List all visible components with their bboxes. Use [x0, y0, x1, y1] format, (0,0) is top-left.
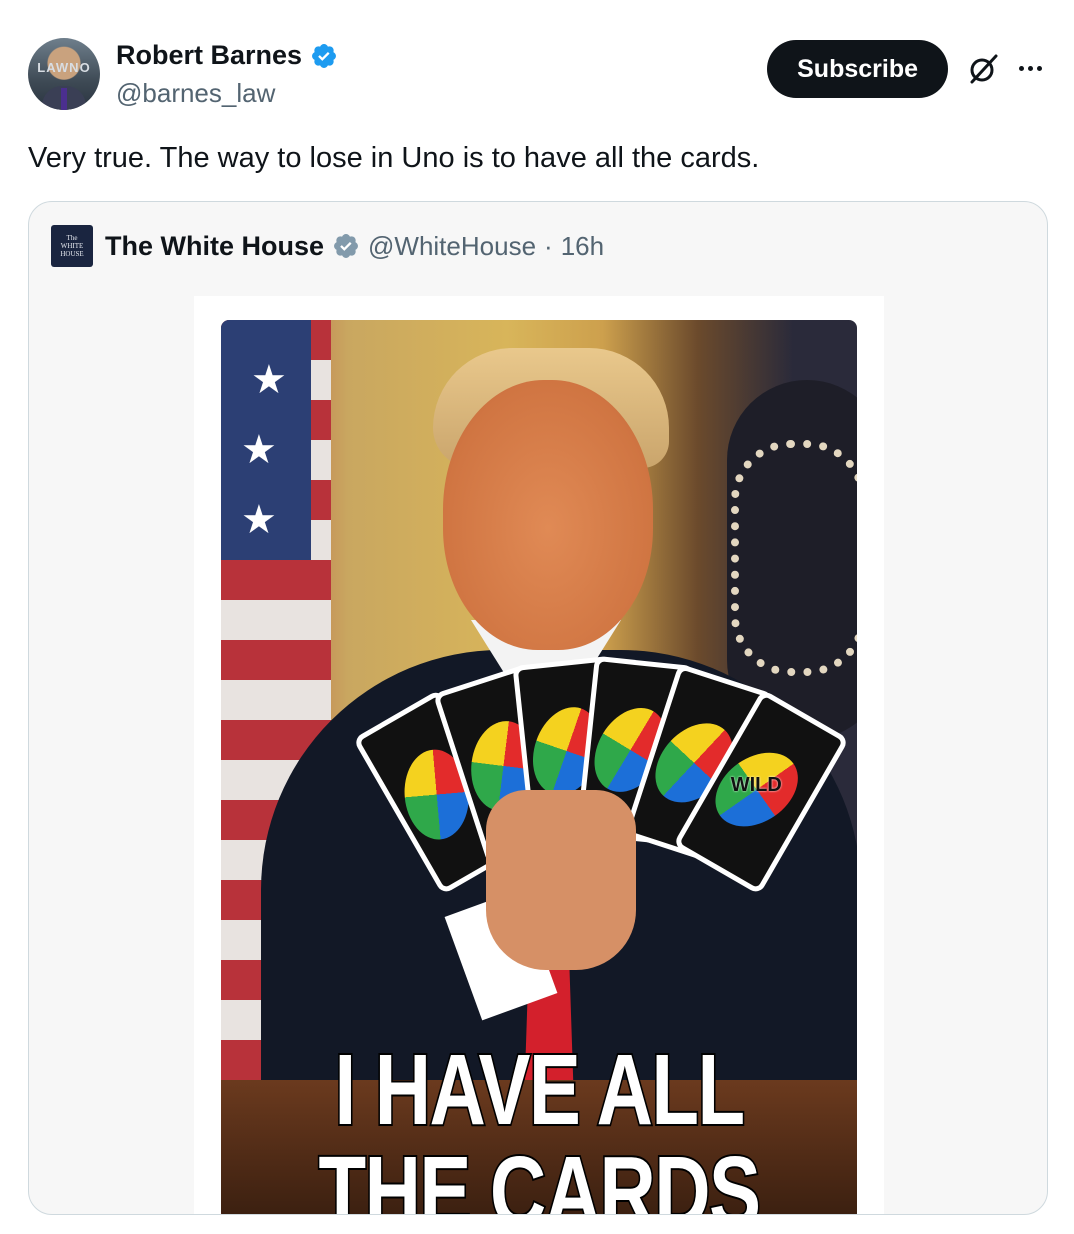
author-name[interactable]: Robert Barnes	[116, 40, 302, 71]
flag-star-icon: ★	[241, 428, 277, 472]
author-name-row[interactable]: Robert Barnes	[116, 40, 338, 71]
more-options-icon[interactable]	[1014, 52, 1046, 84]
flag-star-icon: ★	[241, 498, 277, 542]
flag-star-icon: ★	[251, 358, 287, 402]
avatar-logo-text: LAWNO	[37, 60, 91, 75]
government-verified-badge-icon	[334, 234, 358, 258]
meme-caption-line-1: I HAVE ALL	[333, 1034, 747, 1146]
subscribe-button[interactable]: Subscribe	[767, 40, 948, 98]
post-header: LAWNO Robert Barnes @barnes_law Subscrib…	[28, 38, 1046, 114]
author-avatar[interactable]: LAWNO	[28, 38, 100, 110]
author-handle[interactable]: @barnes_law	[116, 78, 275, 109]
quoted-author-name[interactable]: The White House	[105, 231, 324, 262]
quoted-post-time[interactable]: 16h	[561, 231, 604, 262]
wh-avatar-line-2: WHITE	[60, 242, 84, 250]
quoted-author-handle[interactable]: @WhiteHouse	[368, 231, 536, 262]
quoted-post-header: The WHITE HOUSE The White House @WhiteHo…	[51, 224, 604, 268]
grok-icon[interactable]	[966, 52, 1000, 86]
wild-card-label: WILD	[730, 773, 782, 796]
wh-avatar-line-1: The	[66, 234, 78, 242]
meme-caption-line-2: THE CARDS	[317, 1136, 763, 1215]
post-text: Very true. The way to lose in Uno is to …	[28, 142, 760, 174]
man-face	[443, 380, 653, 650]
handle-time-separator: ·	[544, 230, 553, 261]
wh-avatar-line-3: HOUSE	[60, 250, 84, 258]
white-house-avatar[interactable]: The WHITE HOUSE	[51, 225, 93, 267]
hand	[486, 790, 636, 970]
verified-badge-icon	[312, 43, 337, 68]
avatar-tie	[61, 88, 67, 110]
quoted-post-card[interactable]: The WHITE HOUSE The White House @WhiteHo…	[28, 201, 1048, 1215]
quoted-media-frame[interactable]: ★ ★ ★ WILD I HAVE ALL THE CARDS	[194, 296, 884, 1215]
meme-image[interactable]: ★ ★ ★ WILD I HAVE ALL THE CARDS	[221, 320, 857, 1215]
flag-canton: ★ ★ ★	[221, 320, 311, 560]
